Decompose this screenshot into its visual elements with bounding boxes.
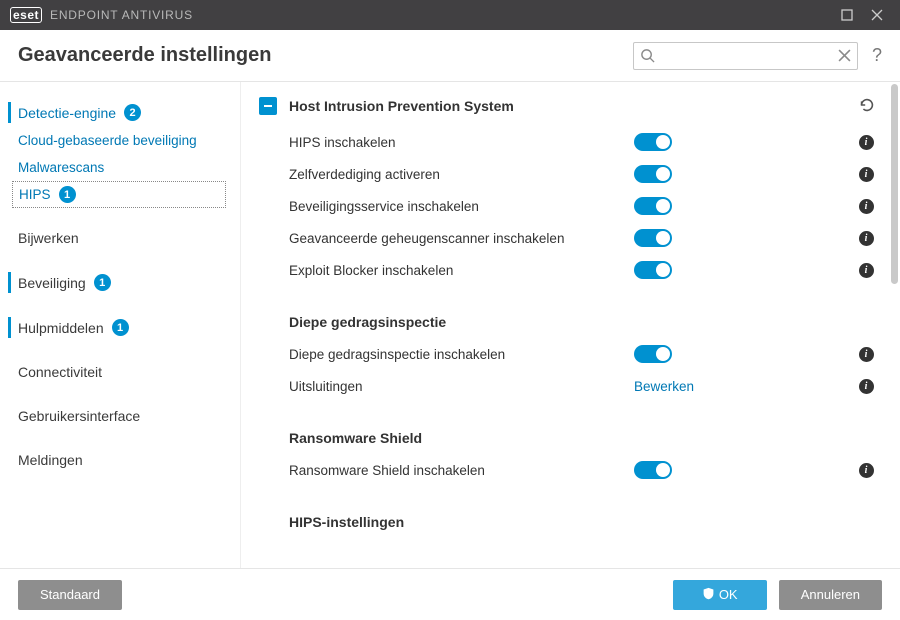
setting-label: Beveiligingsservice inschakelen: [289, 199, 634, 214]
info-icon[interactable]: i: [854, 379, 878, 394]
setting-row: Exploit Blocker inschakelen i: [259, 254, 878, 286]
sidebar-item-detection-engine[interactable]: Detectie-engine 2: [0, 98, 240, 127]
titlebar: eset ENDPOINT ANTIVIRUS: [0, 0, 900, 30]
sidebar-item-malwarescans[interactable]: Malwarescans: [0, 154, 240, 181]
window-close-icon[interactable]: [862, 0, 892, 30]
collapse-toggle-icon[interactable]: [259, 97, 277, 115]
sidebar-item-label: Connectiviteit: [18, 364, 102, 380]
toggle-ransomware-shield[interactable]: [634, 461, 672, 479]
setting-label: Geavanceerde geheugenscanner inschakelen: [289, 231, 634, 246]
info-icon[interactable]: i: [854, 199, 878, 214]
subheading-deep-inspection: Diepe gedragsinspectie: [259, 314, 878, 330]
setting-row: Diepe gedragsinspectie inschakelen i: [259, 338, 878, 370]
count-badge: 1: [94, 274, 111, 291]
toggle-deep-inspection[interactable]: [634, 345, 672, 363]
count-badge: 1: [59, 186, 76, 203]
search-box[interactable]: [633, 42, 858, 70]
scrollbar-thumb[interactable]: [891, 84, 898, 284]
sidebar-item-label: Gebruikersinterface: [18, 408, 140, 424]
search-input[interactable]: [634, 43, 857, 69]
setting-label: Diepe gedragsinspectie inschakelen: [289, 347, 634, 362]
window-maximize-icon[interactable]: [832, 0, 862, 30]
brand-product: ENDPOINT ANTIVIRUS: [50, 8, 193, 22]
toggle-exploit-blocker[interactable]: [634, 261, 672, 279]
sidebar-item-hips[interactable]: HIPS 1: [12, 181, 226, 208]
content-scroll[interactable]: Host Intrusion Prevention System HIPS in…: [241, 82, 900, 568]
toggle-selfdefense[interactable]: [634, 165, 672, 183]
subheading-hips-settings: HIPS-instellingen: [259, 514, 878, 530]
sidebar-item-connectiviteit[interactable]: Connectiviteit: [0, 358, 240, 386]
revert-icon[interactable]: [858, 96, 878, 116]
sidebar-item-cloud[interactable]: Cloud-gebaseerde beveiliging: [0, 127, 240, 154]
sidebar-item-label: Malwarescans: [18, 160, 104, 175]
setting-label: Uitsluitingen: [289, 379, 634, 394]
toggle-hips[interactable]: [634, 133, 672, 151]
sidebar-item-bijwerken[interactable]: Bijwerken: [0, 224, 240, 252]
info-icon[interactable]: i: [854, 463, 878, 478]
shield-icon: [702, 587, 715, 603]
footer: Standaard OK Annuleren: [0, 568, 900, 620]
sidebar-item-label: Cloud-gebaseerde beveiliging: [18, 133, 197, 148]
ok-button[interactable]: OK: [673, 580, 767, 610]
subheading-ransomware: Ransomware Shield: [259, 430, 878, 446]
setting-row: Beveiligingsservice inschakelen i: [259, 190, 878, 222]
toggle-protected-service[interactable]: [634, 197, 672, 215]
sidebar-item-hulpmiddelen[interactable]: Hulpmiddelen 1: [0, 313, 240, 342]
sidebar-item-label: Meldingen: [18, 452, 83, 468]
toggle-memory-scanner[interactable]: [634, 229, 672, 247]
page-title: Geavanceerde instellingen: [18, 44, 633, 67]
search-icon: [640, 48, 655, 66]
info-icon[interactable]: i: [854, 231, 878, 246]
sidebar-item-beveiliging[interactable]: Beveiliging 1: [0, 268, 240, 297]
info-icon[interactable]: i: [854, 167, 878, 182]
default-button[interactable]: Standaard: [18, 580, 122, 610]
sidebar-item-label: Detectie-engine: [18, 105, 116, 121]
sidebar-item-label: HIPS: [19, 187, 51, 202]
setting-row: Uitsluitingen Bewerken i: [259, 370, 878, 402]
help-icon[interactable]: ?: [872, 45, 882, 66]
clear-icon[interactable]: [838, 49, 851, 65]
cancel-button[interactable]: Annuleren: [779, 580, 882, 610]
sidebar-item-meldingen[interactable]: Meldingen: [0, 446, 240, 474]
setting-row: Zelfverdediging activeren i: [259, 158, 878, 190]
exclusions-edit-link[interactable]: Bewerken: [634, 379, 694, 394]
sidebar-item-label: Beveiliging: [18, 275, 86, 291]
setting-label: HIPS inschakelen: [289, 135, 634, 150]
sidebar-item-gebruikersinterface[interactable]: Gebruikersinterface: [0, 402, 240, 430]
info-icon[interactable]: i: [854, 135, 878, 150]
sidebar: Detectie-engine 2 Cloud-gebaseerde bevei…: [0, 82, 240, 568]
info-icon[interactable]: i: [854, 263, 878, 278]
info-icon[interactable]: i: [854, 347, 878, 362]
ok-button-label: OK: [719, 587, 738, 602]
setting-label: Ransomware Shield inschakelen: [289, 463, 634, 478]
count-badge: 2: [124, 104, 141, 121]
brand-logo-mark: eset: [10, 7, 42, 23]
sidebar-item-label: Hulpmiddelen: [18, 320, 104, 336]
section-title: Host Intrusion Prevention System: [289, 98, 858, 114]
setting-row: HIPS inschakelen i: [259, 126, 878, 158]
setting-label: Zelfverdediging activeren: [289, 167, 634, 182]
header: Geavanceerde instellingen ?: [0, 30, 900, 82]
content-area: Host Intrusion Prevention System HIPS in…: [240, 82, 900, 568]
setting-row: Geavanceerde geheugenscanner inschakelen…: [259, 222, 878, 254]
sidebar-item-label: Bijwerken: [18, 230, 79, 246]
count-badge: 1: [112, 319, 129, 336]
setting-label: Exploit Blocker inschakelen: [289, 263, 634, 278]
brand-logo: eset: [10, 8, 42, 22]
setting-row: Ransomware Shield inschakelen i: [259, 454, 878, 486]
